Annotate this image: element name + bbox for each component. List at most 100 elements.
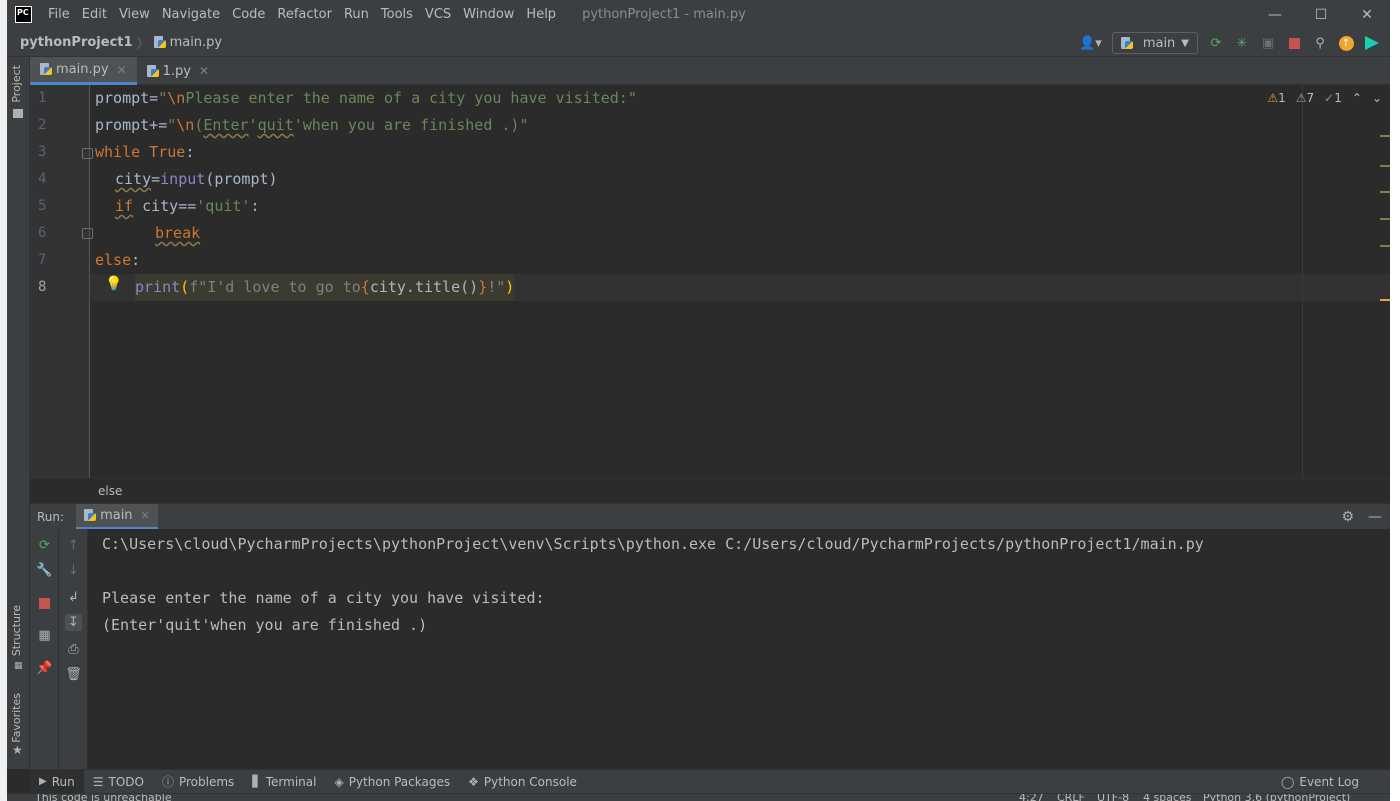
status-message: This code is unreachable: [35, 793, 172, 801]
run-toolbar-secondary: ↑ ↓ ↲ ↧ ⎙ 🗑: [59, 529, 88, 769]
status-line-separator[interactable]: CRLF: [1057, 794, 1085, 801]
code-editor[interactable]: 1 2 3 4 5 6 7 8 💡 prompt="\nPlease enter…: [30, 85, 1390, 478]
hide-panel-icon[interactable]: —: [1368, 509, 1382, 525]
tab-main-py[interactable]: main.py ✕: [30, 57, 137, 85]
code-line: prompt+="\n(Enter'quit'when you are fini…: [95, 116, 529, 134]
breadcrumb-file[interactable]: main.py: [170, 35, 223, 50]
code-line: if city=='quit':: [115, 197, 260, 215]
close-tab-icon[interactable]: ✕: [141, 509, 150, 522]
fold-marker-icon[interactable]: [82, 228, 93, 239]
title-bar: PC File Edit View Navigate Code Refactor…: [7, 0, 1390, 29]
typo-check-icon: ✓: [1324, 91, 1335, 105]
error-stripe[interactable]: [1380, 85, 1390, 478]
lightbulb-icon[interactable]: 💡: [105, 276, 122, 292]
tool-problems[interactable]: ⓘ Problems: [153, 770, 243, 794]
code-line: while True:: [95, 143, 195, 161]
tab-1-py[interactable]: 1.py ✕: [137, 57, 219, 85]
navigation-bar: pythonProject1 〉 main.py 👤▾ main ▼ ⟳ ✳ ▣…: [7, 29, 1390, 57]
menu-refactor[interactable]: Refactor: [271, 7, 338, 22]
console-line: Please enter the name of a city you have…: [102, 589, 545, 607]
print-icon[interactable]: ⎙: [65, 641, 82, 658]
status-caret-position[interactable]: 4:27: [1019, 794, 1044, 801]
weak-warning-count[interactable]: ⚠7: [1296, 91, 1314, 105]
run-console-output[interactable]: C:\Users\cloud\PycharmProjects\pythonPro…: [88, 529, 1390, 769]
pin-icon[interactable]: 📌: [36, 660, 53, 677]
menu-code[interactable]: Code: [226, 7, 271, 22]
terminal-icon: ▋: [252, 775, 261, 788]
menu-vcs[interactable]: VCS: [419, 7, 457, 22]
code-with-me-icon[interactable]: [1364, 35, 1380, 51]
arrow-down-icon[interactable]: ↓: [65, 562, 82, 579]
run-panel-header: Run: main ✕ ⚙ —: [30, 503, 1390, 530]
soft-wrap-icon[interactable]: ↲: [65, 589, 82, 606]
run-configuration-select[interactable]: main ▼: [1111, 32, 1198, 54]
update-icon[interactable]: ↑: [1338, 35, 1354, 51]
tool-terminal[interactable]: ▋ Terminal: [243, 770, 325, 794]
minimize-icon[interactable]: —: [1252, 0, 1298, 29]
menu-edit[interactable]: Edit: [76, 7, 113, 22]
arrow-up-icon[interactable]: ↑: [65, 537, 82, 554]
run-tab-main[interactable]: main ✕: [76, 503, 158, 530]
desktop-right-edge: [1390, 0, 1400, 801]
breadcrumb-scope[interactable]: else: [98, 484, 122, 498]
breadcrumb-project[interactable]: pythonProject1: [20, 35, 133, 50]
window-title: pythonProject1 - main.py: [582, 7, 746, 22]
weak-warning-icon: ⚠: [1295, 91, 1307, 105]
run-toolbar-primary: ⟳ 🔧 ▦ 📌: [30, 529, 59, 769]
tool-todo[interactable]: ☰ TODO: [84, 770, 153, 794]
structure-icon: ▦: [14, 661, 23, 671]
tool-python-packages[interactable]: ◈ Python Packages: [325, 770, 459, 794]
coverage-icon[interactable]: ▣: [1260, 35, 1276, 51]
warning-count[interactable]: ⚠1: [1267, 91, 1285, 105]
line-number: 2: [38, 117, 47, 133]
user-account-icon[interactable]: 👤▾: [1079, 36, 1102, 51]
fold-marker-icon[interactable]: [82, 148, 93, 159]
star-icon: ★: [12, 743, 23, 757]
status-encoding[interactable]: UTF-8: [1097, 794, 1129, 801]
stop-icon[interactable]: [36, 595, 53, 612]
trash-icon[interactable]: 🗑: [65, 666, 82, 683]
editor-gutter[interactable]: 1 2 3 4 5 6 7 8: [30, 85, 93, 478]
menu-navigate[interactable]: Navigate: [156, 7, 226, 22]
close-tab-icon[interactable]: ✕: [199, 64, 209, 78]
status-interpreter[interactable]: Python 3.6 (pythonProject): [1203, 794, 1350, 801]
chevron-down-icon: ▼: [1181, 37, 1189, 49]
tool-run[interactable]: ▶ Run: [30, 769, 84, 794]
debug-icon[interactable]: ✳: [1234, 35, 1250, 51]
code-line: prompt="\nPlease enter the name of a cit…: [95, 89, 637, 107]
gear-icon[interactable]: ⚙: [1341, 509, 1354, 525]
menu-help[interactable]: Help: [520, 7, 562, 22]
menu-file[interactable]: File: [42, 7, 76, 22]
close-tab-icon[interactable]: ✕: [117, 63, 127, 77]
close-icon[interactable]: ✕: [1344, 0, 1390, 29]
code-line: else:: [95, 251, 141, 269]
project-tool-button[interactable]: Project: [10, 65, 23, 103]
line-number: 4: [38, 171, 47, 187]
python-file-icon: [40, 63, 52, 76]
tool-event-log[interactable]: ◯ Event Log: [1272, 770, 1368, 794]
scroll-to-end-icon[interactable]: ↧: [65, 614, 82, 631]
pycharm-logo-icon: PC: [15, 6, 32, 23]
rerun-icon[interactable]: ⟳: [36, 537, 53, 554]
wrench-icon[interactable]: 🔧: [36, 562, 53, 579]
structure-tool-button[interactable]: Structure: [10, 605, 23, 656]
layout-icon[interactable]: ▦: [36, 627, 53, 644]
search-icon[interactable]: ⚲: [1312, 35, 1328, 51]
status-indent[interactable]: 4 spaces: [1143, 794, 1192, 801]
typo-count[interactable]: ✓1: [1324, 91, 1342, 105]
menu-window[interactable]: Window: [457, 7, 520, 22]
maximize-icon[interactable]: ☐: [1298, 0, 1344, 29]
favorites-tool-button[interactable]: Favorites: [10, 693, 23, 743]
list-icon: ☰: [92, 774, 104, 789]
tool-python-console[interactable]: ❖ Python Console: [459, 770, 586, 794]
rerun-icon[interactable]: ⟳: [1208, 35, 1224, 51]
stop-icon[interactable]: [1286, 35, 1302, 51]
inspection-widget[interactable]: ⚠1 ⚠7 ✓1 ⌃ ⌄: [1267, 91, 1382, 105]
menu-tools[interactable]: Tools: [375, 7, 419, 22]
menu-run[interactable]: Run: [338, 7, 375, 22]
line-number: 7: [38, 252, 47, 268]
menu-view[interactable]: View: [113, 7, 156, 22]
chevron-up-icon[interactable]: ⌃: [1352, 91, 1362, 105]
line-number: 5: [38, 198, 47, 214]
tab-label: 1.py: [162, 63, 191, 79]
